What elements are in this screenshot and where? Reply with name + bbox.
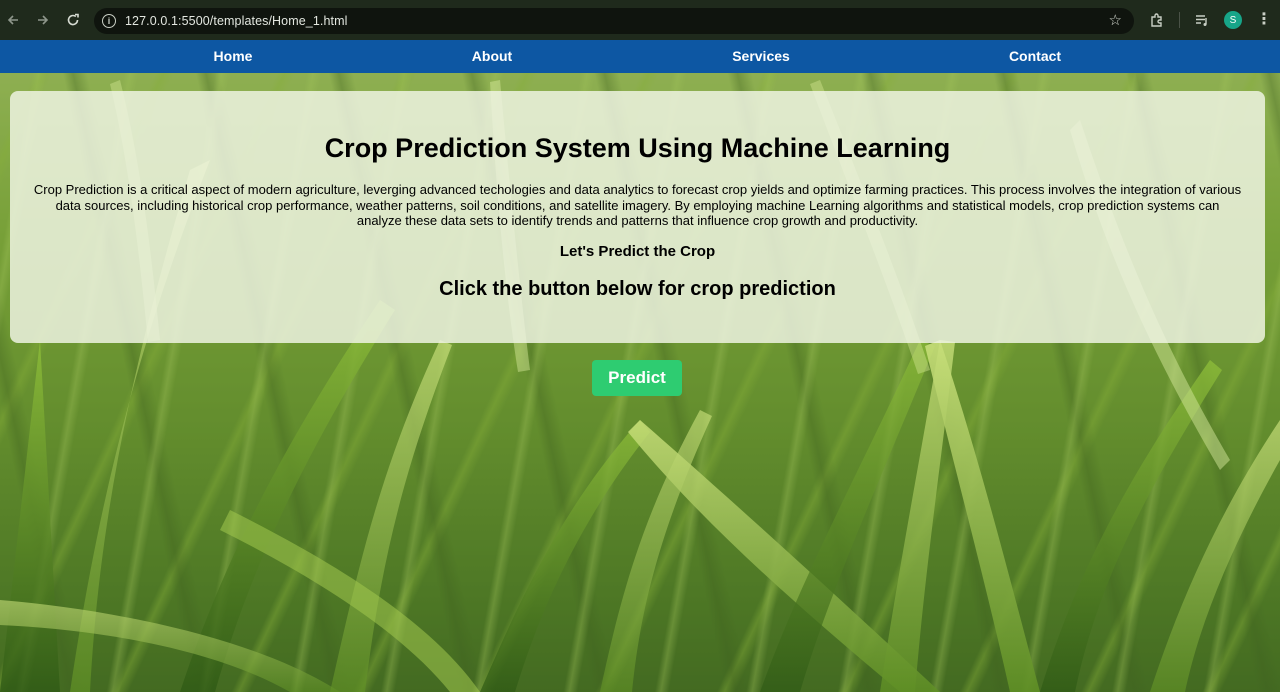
- browser-actions: S ⋮: [1135, 0, 1272, 40]
- browser-toolbar: i 127.0.0.1:5500/templates/Home_1.html ☆…: [0, 0, 1280, 40]
- star-icon[interactable]: ☆: [1109, 13, 1122, 28]
- info-icon[interactable]: i: [102, 14, 116, 28]
- media-control-icon[interactable]: [1194, 12, 1210, 28]
- main-navigation: Home About Services Contact: [0, 40, 1280, 73]
- prediction-instruction: Click the button below for crop predicti…: [439, 278, 836, 300]
- nav-services-link[interactable]: Services: [732, 40, 790, 73]
- kebab-menu-icon[interactable]: ⋮: [1256, 12, 1272, 28]
- predict-button[interactable]: Predict: [592, 360, 682, 396]
- intro-description: Crop Prediction is a critical aspect of …: [33, 182, 1242, 228]
- reload-icon: [67, 13, 79, 26]
- puzzle-icon[interactable]: [1149, 12, 1165, 28]
- nav-contact-link[interactable]: Contact: [1009, 40, 1061, 73]
- predict-subheading: Let's Predict the Crop: [559, 243, 716, 260]
- arrow-right-icon: [38, 15, 49, 25]
- nav-home-link[interactable]: Home: [214, 40, 253, 73]
- toolbar-divider: [1179, 12, 1180, 28]
- forward-button[interactable]: [32, 9, 54, 31]
- address-bar[interactable]: i 127.0.0.1:5500/templates/Home_1.html ☆: [94, 8, 1134, 34]
- page-title: Crop Prediction System Using Machine Lea…: [324, 133, 951, 163]
- profile-avatar[interactable]: S: [1224, 11, 1242, 29]
- page-body: Home About Services Contact Crop Predict…: [0, 40, 1280, 692]
- back-button[interactable]: [2, 9, 24, 31]
- arrow-left-icon: [7, 15, 18, 25]
- reload-button[interactable]: [62, 9, 84, 31]
- url-text[interactable]: 127.0.0.1:5500/templates/Home_1.html: [125, 14, 347, 28]
- intro-card: Crop Prediction System Using Machine Lea…: [10, 91, 1265, 343]
- nav-about-link[interactable]: About: [472, 40, 512, 73]
